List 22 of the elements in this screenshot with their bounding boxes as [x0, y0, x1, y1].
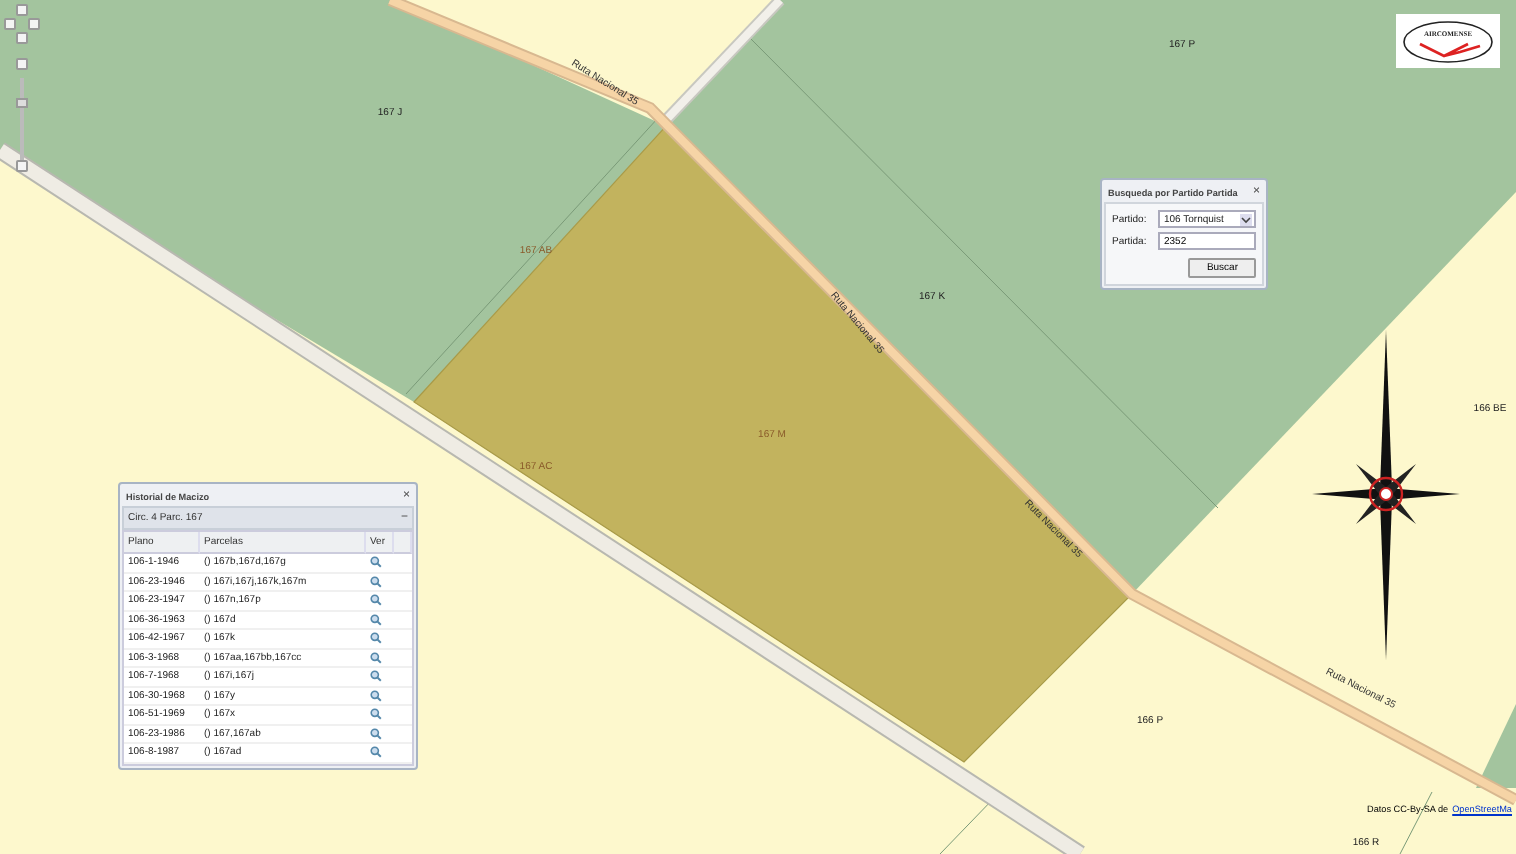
zoom-out-button[interactable]	[16, 160, 28, 172]
land-parcel	[1476, 704, 1516, 788]
pan-left-button[interactable]	[4, 18, 16, 30]
dropdown-arrow-icon[interactable]	[1240, 213, 1252, 225]
magnifier-icon[interactable]	[370, 670, 382, 683]
magnifier-icon[interactable]	[370, 556, 382, 569]
magnifier-icon[interactable]	[370, 651, 382, 664]
zoom-in-button[interactable]	[16, 58, 28, 70]
magnifier-icon[interactable]	[370, 632, 382, 645]
magnifier-icon[interactable]	[370, 727, 382, 740]
magnifier-icon[interactable]	[370, 708, 382, 721]
zoom-slider-handle[interactable]	[16, 97, 28, 108]
pan-right-button[interactable]	[28, 18, 40, 30]
magnifier-icon[interactable]	[370, 689, 382, 702]
pan-up-button[interactable]	[16, 4, 28, 16]
magnifier-icon[interactable]	[370, 746, 382, 759]
magnifier-icon[interactable]	[370, 575, 382, 588]
column-header	[394, 532, 412, 554]
road	[661, 0, 785, 125]
pan-down-button[interactable]	[16, 32, 28, 44]
magnifier-icon[interactable]	[370, 594, 382, 607]
magnifier-icon[interactable]	[370, 613, 382, 626]
